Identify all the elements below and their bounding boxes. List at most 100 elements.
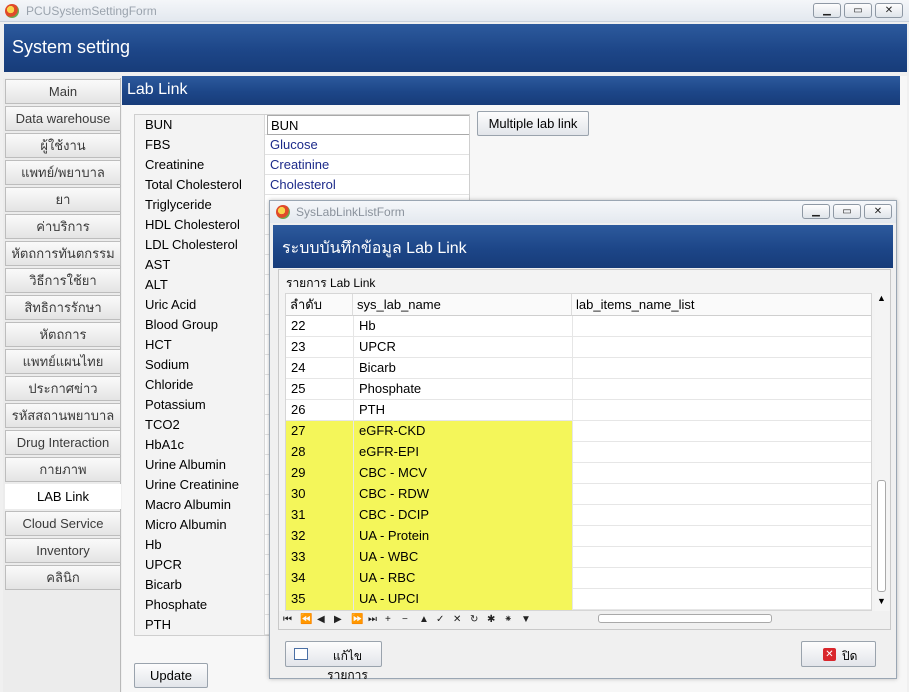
- close-dialog-button[interactable]: ✕ ปิด: [801, 641, 876, 667]
- dialog-header-title: ระบบบันทึกข้อมูล Lab Link: [282, 240, 467, 257]
- navigator-button-icon[interactable]: ↻: [470, 614, 478, 625]
- navigator-button-icon[interactable]: ⏪: [300, 614, 312, 625]
- table-row[interactable]: 32 UA - Protein: [286, 526, 871, 547]
- horizontal-scroll-thumb[interactable]: [598, 614, 772, 623]
- table-row[interactable]: 34 UA - RBC: [286, 568, 871, 589]
- sidebar-item[interactable]: หัตถการ: [5, 322, 121, 347]
- lab-name-cell: Creatinine: [135, 155, 265, 175]
- sys-lab-name-cell: Phosphate: [353, 379, 572, 400]
- lab-items-cell: [572, 400, 871, 421]
- lab-value-cell[interactable]: Creatinine: [267, 155, 469, 175]
- navigator-button-icon[interactable]: ◀: [317, 614, 325, 625]
- sidebar-item[interactable]: แพทย์/พยาบาล: [5, 160, 121, 185]
- navigator-button-icon[interactable]: ✱: [487, 614, 495, 625]
- scroll-down-icon[interactable]: ▼: [877, 596, 886, 606]
- navigator-button-icon[interactable]: ⏮: [283, 614, 292, 625]
- sidebar-item[interactable]: LAB Link: [5, 484, 121, 509]
- multiple-lab-link-button[interactable]: Multiple lab link: [477, 111, 589, 136]
- sys-lab-name-cell: CBC - RDW: [353, 484, 572, 505]
- dialog-close-button[interactable]: ✕: [864, 204, 892, 219]
- table-row[interactable]: 33 UA - WBC: [286, 547, 871, 568]
- sidebar-item[interactable]: Cloud Service: [5, 511, 121, 536]
- maximize-button[interactable]: ▭: [844, 3, 872, 18]
- update-button[interactable]: Update: [134, 663, 208, 688]
- navigator-button-icon[interactable]: ⁕: [504, 614, 512, 625]
- table-row[interactable]: 25 Phosphate: [286, 379, 871, 400]
- sidebar-item[interactable]: ค่าบริการ: [5, 214, 121, 239]
- lab-name-cell: Urine Creatinine: [135, 475, 265, 495]
- lab-items-cell: [572, 442, 871, 463]
- sidebar-item[interactable]: แพทย์แผนไทย: [5, 349, 121, 374]
- order-cell: 32: [286, 526, 353, 547]
- lab-name-cell: Hb: [135, 535, 265, 555]
- navigator-button-icon[interactable]: ✓: [436, 614, 444, 625]
- sidebar-item[interactable]: Main: [5, 79, 121, 104]
- lab-name-cell: Potassium: [135, 395, 265, 415]
- table-row[interactable]: 31 CBC - DCIP: [286, 505, 871, 526]
- minimize-button[interactable]: ▁: [813, 3, 841, 18]
- table-row[interactable]: 35 UA - UPCI: [286, 589, 871, 610]
- sidebar-item[interactable]: ผู้ใช้งาน: [5, 133, 121, 158]
- dialog-maximize-button[interactable]: ▭: [833, 204, 861, 219]
- edit-item-button[interactable]: แก้ไขรายการ: [285, 641, 382, 682]
- dialog-minimize-button[interactable]: ▁: [802, 204, 830, 219]
- table-row[interactable]: 30 CBC - RDW: [286, 484, 871, 505]
- table-row[interactable]: 24 Bicarb: [286, 358, 871, 379]
- column-header-order[interactable]: ลำดับ: [286, 294, 353, 316]
- sidebar-item[interactable]: หัตถการทันตกรรม: [5, 241, 121, 266]
- lab-value-cell[interactable]: BUN: [267, 115, 469, 135]
- navigator-button-icon[interactable]: ⏭: [368, 614, 377, 625]
- table-row[interactable]: 27 eGFR-CKD: [286, 421, 871, 442]
- window-titlebar: PCUSystemSettingForm ▁ ▭ ✕: [0, 0, 909, 22]
- sys-lab-name-cell: CBC - DCIP: [353, 505, 572, 526]
- sidebar-item[interactable]: Data warehouse: [5, 106, 121, 131]
- sidebar-item[interactable]: Inventory: [5, 538, 121, 563]
- lab-name-cell: LDL Cholesterol: [135, 235, 265, 255]
- lab-link-list-table[interactable]: ลำดับ sys_lab_name lab_items_name_list 2…: [285, 293, 872, 611]
- table-row[interactable]: 23 UPCR: [286, 337, 871, 358]
- lab-items-cell: [572, 526, 871, 547]
- column-header-lab-items-name-list[interactable]: lab_items_name_list: [572, 294, 871, 316]
- lab-value-cell[interactable]: Cholesterol: [267, 175, 469, 195]
- sidebar-item[interactable]: Drug Interaction: [5, 430, 121, 455]
- sidebar-item[interactable]: ยา: [5, 187, 121, 212]
- lab-items-cell: [572, 358, 871, 379]
- vertical-scroll-thumb[interactable]: [877, 480, 886, 592]
- navigator-button-icon[interactable]: ▼: [521, 614, 531, 625]
- sidebar-item[interactable]: กายภาพ: [5, 457, 121, 482]
- order-cell: 30: [286, 484, 353, 505]
- navigator-button-icon[interactable]: ▶: [334, 614, 342, 625]
- order-cell: 24: [291, 360, 306, 375]
- navigator-button-icon[interactable]: −: [402, 614, 408, 625]
- table-row[interactable]: 22 Hb: [286, 316, 871, 337]
- sys-lab-name-cell: UA - Protein: [353, 526, 572, 547]
- sidebar-item[interactable]: ประกาศข่าว: [5, 376, 121, 401]
- lab-name-cell: HDL Cholesterol: [135, 215, 265, 235]
- table-row[interactable]: 29 CBC - MCV: [286, 463, 871, 484]
- lab-name-cell: Macro Albumin: [135, 495, 265, 515]
- lab-link-row: Creatinine Creatinine: [135, 155, 469, 175]
- order-cell: 26: [291, 402, 306, 417]
- sidebar-item[interactable]: วิธีการใช้ยา: [5, 268, 121, 293]
- dialog-title: SysLabLinkListForm: [296, 205, 405, 219]
- scroll-up-icon[interactable]: ▲: [877, 293, 886, 303]
- lab-items-cell: [572, 505, 871, 526]
- table-row[interactable]: 26 PTH: [286, 400, 871, 421]
- lab-name-cell: HbA1c: [135, 435, 265, 455]
- navigator-button-icon[interactable]: ⏩: [351, 614, 363, 625]
- navigator-button-icon[interactable]: +: [385, 614, 391, 625]
- sidebar-item[interactable]: คลินิก: [5, 565, 121, 590]
- close-button[interactable]: ✕: [875, 3, 903, 18]
- table-row[interactable]: 28 eGFR-EPI: [286, 442, 871, 463]
- sys-lab-name-cell: UPCR: [353, 337, 572, 358]
- lab-name-cell: TCO2: [135, 415, 265, 435]
- lab-value-cell[interactable]: Glucose: [267, 135, 469, 155]
- lab-name-cell: Bicarb: [135, 575, 265, 595]
- lab-items-cell: [572, 379, 871, 400]
- column-header-sys-lab-name[interactable]: sys_lab_name: [353, 294, 572, 316]
- sidebar-item[interactable]: รหัสสถานพยาบาล: [5, 403, 121, 428]
- navigator-button-icon[interactable]: ✕: [453, 614, 461, 625]
- navigator-button-icon[interactable]: ▲: [419, 614, 429, 625]
- lab-items-cell: [572, 337, 871, 358]
- sidebar-item[interactable]: สิทธิการรักษา: [5, 295, 121, 320]
